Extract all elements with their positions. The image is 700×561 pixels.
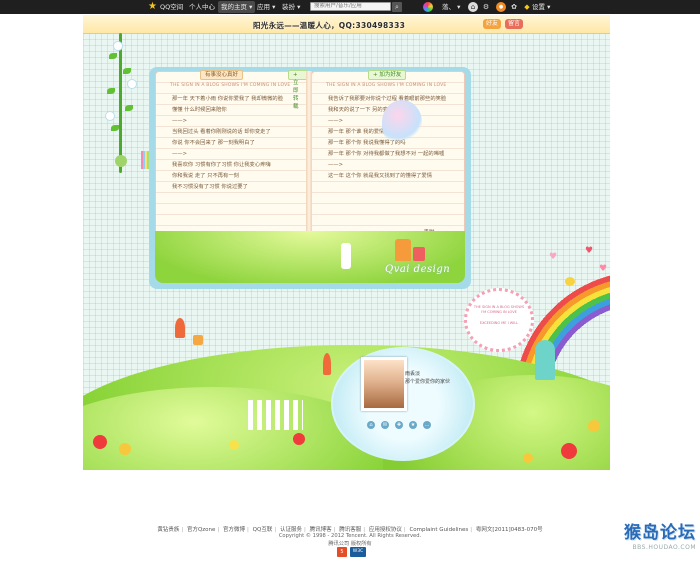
nav-my-homepage-label: 我的主页: [221, 3, 247, 11]
tower-house-decoration: [535, 340, 555, 380]
add-friend-button[interactable]: + 加为好友: [368, 70, 407, 80]
nav-apps[interactable]: 应用 ▾: [257, 1, 275, 13]
nav-apps-label: 应用: [257, 3, 270, 11]
left-page-text: 那一年 天下着小雨 你说你爱我了 我却微微的脸 懂懂 什么时候回来陪你 ——> …: [172, 94, 300, 193]
profile-desc: 那个爱你爱你的家伙: [405, 379, 451, 385]
red-flower: [293, 433, 305, 445]
notification-icon[interactable]: ●: [496, 2, 506, 12]
sticker-friends[interactable]: 好友: [483, 19, 502, 29]
white-fence-decoration: [248, 400, 303, 430]
profile-action-home-icon[interactable]: ⌂: [367, 421, 375, 429]
design-watermark: Qvai design: [385, 264, 451, 275]
sign-bubble-line: EXCEEDING ME I WILL: [479, 321, 519, 325]
leaf: [107, 88, 115, 94]
search-button[interactable]: ⌕: [392, 2, 402, 12]
flower-bush-decoration: [101, 33, 141, 183]
leaf: [123, 68, 131, 74]
red-tree-decoration: [323, 353, 331, 375]
site-watermark: 猴岛论坛 BBS.HOUDAO.COM: [598, 522, 696, 558]
site-watermark-url: BBS.HOUDAO.COM: [632, 544, 696, 551]
castle-decoration: [413, 247, 425, 261]
banner-title: 阳光永远——温暖人心，QQ:330498333: [253, 21, 406, 30]
repost-button[interactable]: + 立即转载: [288, 70, 308, 110]
text-line: ——>: [172, 118, 188, 124]
text-line: ——>: [172, 151, 188, 157]
flower-pot: [115, 155, 127, 167]
sign-bubble-line: I'M COMING IN LOVE: [481, 310, 517, 314]
nav-decorate-label: 装扮: [282, 3, 295, 11]
profile-action-more-icon[interactable]: …: [423, 421, 431, 429]
white-flower: [105, 111, 115, 121]
profile-info: 雨丢淡 那个爱你爱你的家伙: [405, 370, 450, 386]
red-tree-decoration: [175, 318, 185, 338]
profile-action-message-icon[interactable]: ✉: [381, 421, 389, 429]
copyright: Copyright © 1998 - 2012 Tencent. All Rig…: [278, 533, 422, 539]
qzone-decoration-banner: 阳光永远——温暖人心，QQ:330498333 好友 留言 ♥ ♥ ♥ 有事没心…: [83, 15, 610, 470]
text-line: 我不习惯没有了习惯 你说过要了: [172, 184, 248, 190]
nav-decorate[interactable]: 装扮 ▾: [282, 1, 300, 13]
site-watermark-title: 猴岛论坛: [624, 523, 696, 543]
top-navigation-bar: ★ QQ空间 个人中心 我的主页 ▾ 应用 ▾ 装扮 ▾ ⌕ 落、 ▾ ⌂ ⚙ …: [0, 0, 700, 14]
text-line: ——>: [328, 162, 344, 168]
company-line: 腾讯公司 版权所有: [328, 541, 372, 547]
search-input[interactable]: [310, 2, 391, 11]
search-icon: ⌕: [395, 3, 399, 11]
yellow-flower: [229, 440, 239, 450]
text-line: 懂懂 什么时候回来陪你: [172, 107, 227, 113]
text-line: 你和我说 走了 只不再有一刻: [172, 173, 239, 179]
qzone-star-icon[interactable]: ★: [148, 2, 158, 12]
sticker-message[interactable]: 留言: [505, 19, 524, 29]
text-line: 那一年 那个你 对待我都做了我想不对 一起的唏嘘: [328, 151, 445, 157]
home-icon[interactable]: ⌂: [468, 2, 478, 12]
little-house-decoration: [193, 335, 203, 345]
heart-icon: ♥: [599, 264, 608, 274]
user-avatar-icon[interactable]: [423, 2, 433, 12]
profile-action-star-icon[interactable]: ★: [409, 421, 417, 429]
profile-name[interactable]: 雨丢淡: [405, 370, 450, 378]
yellow-diamond-icon[interactable]: ◆: [522, 2, 532, 12]
red-flower: [561, 443, 577, 459]
text-line: 这一年 这个你 就是我又找到了的懂得了爱情: [328, 173, 433, 179]
left-page-tab[interactable]: 有事没心真好: [200, 70, 244, 80]
w3c-badge-icon[interactable]: W3C: [350, 547, 366, 557]
html5-badge-icon[interactable]: 5: [337, 547, 347, 557]
text-line: 当我回过头 看着你刚刚说的话 却你变走了: [172, 129, 271, 135]
white-flower: [113, 41, 123, 51]
yellow-bird-decoration: [565, 277, 575, 286]
flower-icon[interactable]: ✿: [509, 2, 519, 12]
user-name[interactable]: 落、 ▾: [442, 1, 460, 13]
left-page-heading: THE SIGN IN A BLOG SHOWS I'M COMING IN L…: [170, 83, 291, 88]
nav-personal-center[interactable]: 个人中心: [189, 1, 215, 13]
text-line: 你说 你不会回来了 那一刻我明白了: [172, 140, 255, 146]
red-flower: [93, 435, 107, 449]
bush-stem: [119, 33, 122, 173]
brand-link[interactable]: QQ空间: [160, 1, 183, 13]
gear-icon[interactable]: ⚙: [481, 2, 491, 12]
heart-icon: ♥: [585, 246, 594, 256]
open-book-widget: 有事没心真好 + 立即转载 THE SIGN IN A BLOG SHOWS I…: [155, 70, 465, 283]
user-name-label: 落、: [442, 3, 455, 11]
white-tree-decoration: [341, 243, 351, 269]
yellow-flower: [588, 420, 600, 432]
text-line: 我喜欢你 习惯有你了习惯 你让我变心疼嗨: [172, 162, 271, 168]
settings-link[interactable]: 设置 ▾: [532, 1, 550, 13]
leaf: [125, 105, 133, 111]
text-line: 那一年 天下着小雨 你说你爱我了 我却微微的脸: [172, 96, 283, 102]
settings-label: 设置: [532, 3, 545, 11]
castle-decoration: [395, 239, 411, 261]
nav-my-homepage[interactable]: 我的主页 ▾: [218, 1, 256, 13]
profile-action-gift-icon[interactable]: ✚: [395, 421, 403, 429]
heart-icon: ♥: [549, 252, 558, 262]
white-flower: [127, 79, 137, 89]
leaf: [111, 125, 119, 131]
footer-links: 黄钻贵族 | 官方Qzone | 官方微博 | QQ互联 | 认证服务 | 腾讯博客 | 腾…: [157, 527, 543, 533]
right-page-heading: THE SIGN IN A BLOG SHOWS I'M COMING IN L…: [326, 83, 447, 88]
balloon-decoration: [382, 100, 422, 144]
sign-bubble: THE SIGN IN A BLOG SHOWS I'M COMING IN L…: [464, 288, 534, 352]
yellow-flower: [523, 453, 533, 463]
leaf: [109, 53, 117, 59]
yellow-flower: [119, 443, 131, 455]
avatar[interactable]: [361, 357, 407, 411]
